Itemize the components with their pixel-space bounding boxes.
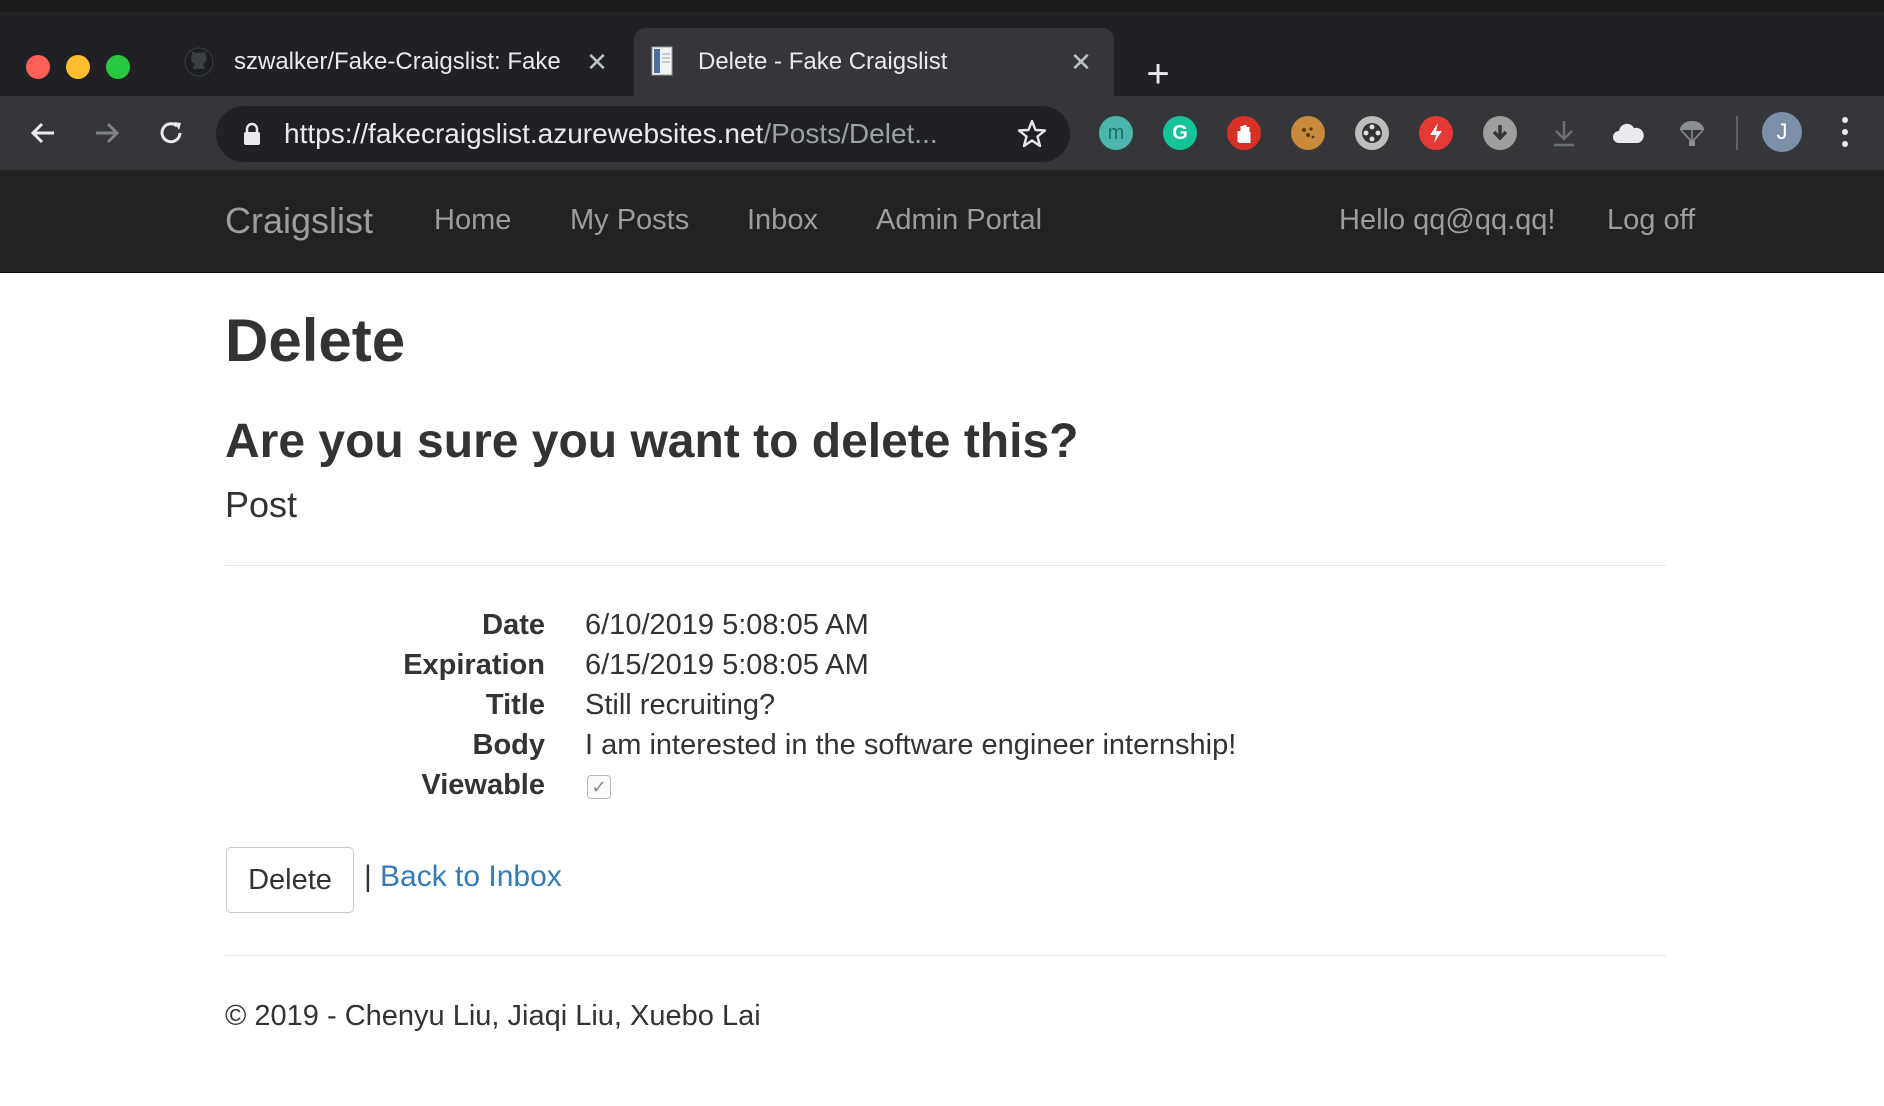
url-host: https://fakecraigslist.azurewebsites.net xyxy=(284,118,764,149)
detail-row-date: Date 6/10/2019 5:08:05 AM xyxy=(225,609,1665,649)
window-top-strip xyxy=(0,0,1884,12)
close-window-button[interactable] xyxy=(26,55,50,79)
nav-inbox[interactable]: Inbox xyxy=(747,204,818,237)
grammarly-icon[interactable]: G xyxy=(1163,116,1197,150)
back-arrow-icon[interactable] xyxy=(22,112,64,154)
lock-icon[interactable] xyxy=(242,122,262,151)
profile-initial: J xyxy=(1776,119,1788,144)
detail-row-viewable: Viewable ✓ xyxy=(225,769,1665,809)
detail-label: Title xyxy=(485,689,545,721)
confirm-question: Are you sure you want to delete this? xyxy=(225,415,1079,468)
tab-title: szwalker/Fake-Craigslist: Fake xyxy=(234,48,561,75)
download-circle-icon[interactable] xyxy=(1483,116,1517,150)
user-greeting[interactable]: Hello qq@qq.qq! xyxy=(1339,204,1555,237)
url-text: https://fakecraigslist.azurewebsites.net… xyxy=(284,118,938,150)
separator-text: | xyxy=(364,860,372,893)
reload-icon[interactable] xyxy=(150,112,192,154)
detail-label: Date xyxy=(482,609,545,641)
minimize-window-button[interactable] xyxy=(66,55,90,79)
mercury-label: m xyxy=(1107,121,1125,144)
nav-home[interactable]: Home xyxy=(434,204,511,237)
forward-arrow-icon[interactable] xyxy=(86,112,128,154)
url-path: /Posts/Delet... xyxy=(763,118,938,149)
grammarly-label: G xyxy=(1172,121,1188,144)
detail-value: 6/15/2019 5:08:05 AM xyxy=(585,649,869,681)
bookmark-star-icon[interactable] xyxy=(1016,118,1048,155)
site-navbar: Craigslist Home My Posts Inbox Admin Por… xyxy=(0,170,1884,273)
detail-label: Viewable xyxy=(421,769,545,801)
detail-row-body: Body I am interested in the software eng… xyxy=(225,729,1665,769)
browser-menu-icon[interactable] xyxy=(1830,112,1860,152)
viewable-checkbox: ✓ xyxy=(587,775,611,799)
delete-button[interactable]: Delete xyxy=(226,847,354,913)
address-bar[interactable]: https://fakecraigslist.azurewebsites.net… xyxy=(216,106,1070,162)
close-tab-icon[interactable]: ✕ xyxy=(1064,45,1098,79)
footer-divider xyxy=(225,955,1666,956)
log-off-link[interactable]: Log off xyxy=(1607,204,1695,237)
detail-value: I am interested in the software engineer… xyxy=(585,729,1237,761)
detail-row-expiration: Expiration 6/15/2019 5:08:05 AM xyxy=(225,649,1665,689)
detail-value: Still recruiting? xyxy=(585,689,776,721)
footer-copyright: © 2019 - Chenyu Liu, Jiaqi Liu, Xuebo La… xyxy=(225,1000,761,1032)
tab-delete[interactable]: Delete - Fake Craigslist ✕ xyxy=(634,28,1114,96)
parachute-icon[interactable] xyxy=(1675,116,1709,150)
download-arrow-icon[interactable] xyxy=(1547,116,1581,150)
checkmark-icon: ✓ xyxy=(591,776,607,797)
bolt-icon[interactable] xyxy=(1419,116,1453,150)
close-tab-icon[interactable]: ✕ xyxy=(580,45,614,79)
maximize-window-button[interactable] xyxy=(106,55,130,79)
detail-label: Expiration xyxy=(403,649,545,681)
section-subtitle: Post xyxy=(225,484,298,525)
github-icon xyxy=(182,45,216,79)
divider xyxy=(225,565,1666,566)
detail-label: Body xyxy=(472,729,546,761)
nav-admin-portal[interactable]: Admin Portal xyxy=(876,204,1042,237)
tab-github[interactable]: szwalker/Fake-Craigslist: Fake ✕ xyxy=(170,28,630,96)
new-tab-button[interactable]: + xyxy=(1138,54,1178,96)
adblock-hand-icon[interactable] xyxy=(1227,116,1261,150)
tab-title: Delete - Fake Craigslist xyxy=(698,48,948,75)
page-title: Delete xyxy=(225,307,406,374)
toolbar-separator xyxy=(1736,116,1738,150)
detail-value: 6/10/2019 5:08:05 AM xyxy=(585,609,869,641)
tab-bar: szwalker/Fake-Craigslist: Fake ✕ Delete … xyxy=(0,12,1884,96)
cookie-icon[interactable] xyxy=(1291,116,1325,150)
back-to-inbox-link[interactable]: Back to Inbox xyxy=(380,860,562,894)
detail-row-title: Title Still recruiting? xyxy=(225,689,1665,729)
browser-toolbar: https://fakecraigslist.azurewebsites.net… xyxy=(0,96,1884,170)
brand-link[interactable]: Craigslist xyxy=(225,200,373,242)
mercury-icon[interactable]: m xyxy=(1099,116,1133,150)
film-reel-icon[interactable] xyxy=(1355,116,1389,150)
document-icon xyxy=(646,45,680,79)
nav-my-posts[interactable]: My Posts xyxy=(570,204,689,237)
profile-avatar[interactable]: J xyxy=(1762,112,1802,152)
cloud-icon[interactable] xyxy=(1611,116,1645,150)
